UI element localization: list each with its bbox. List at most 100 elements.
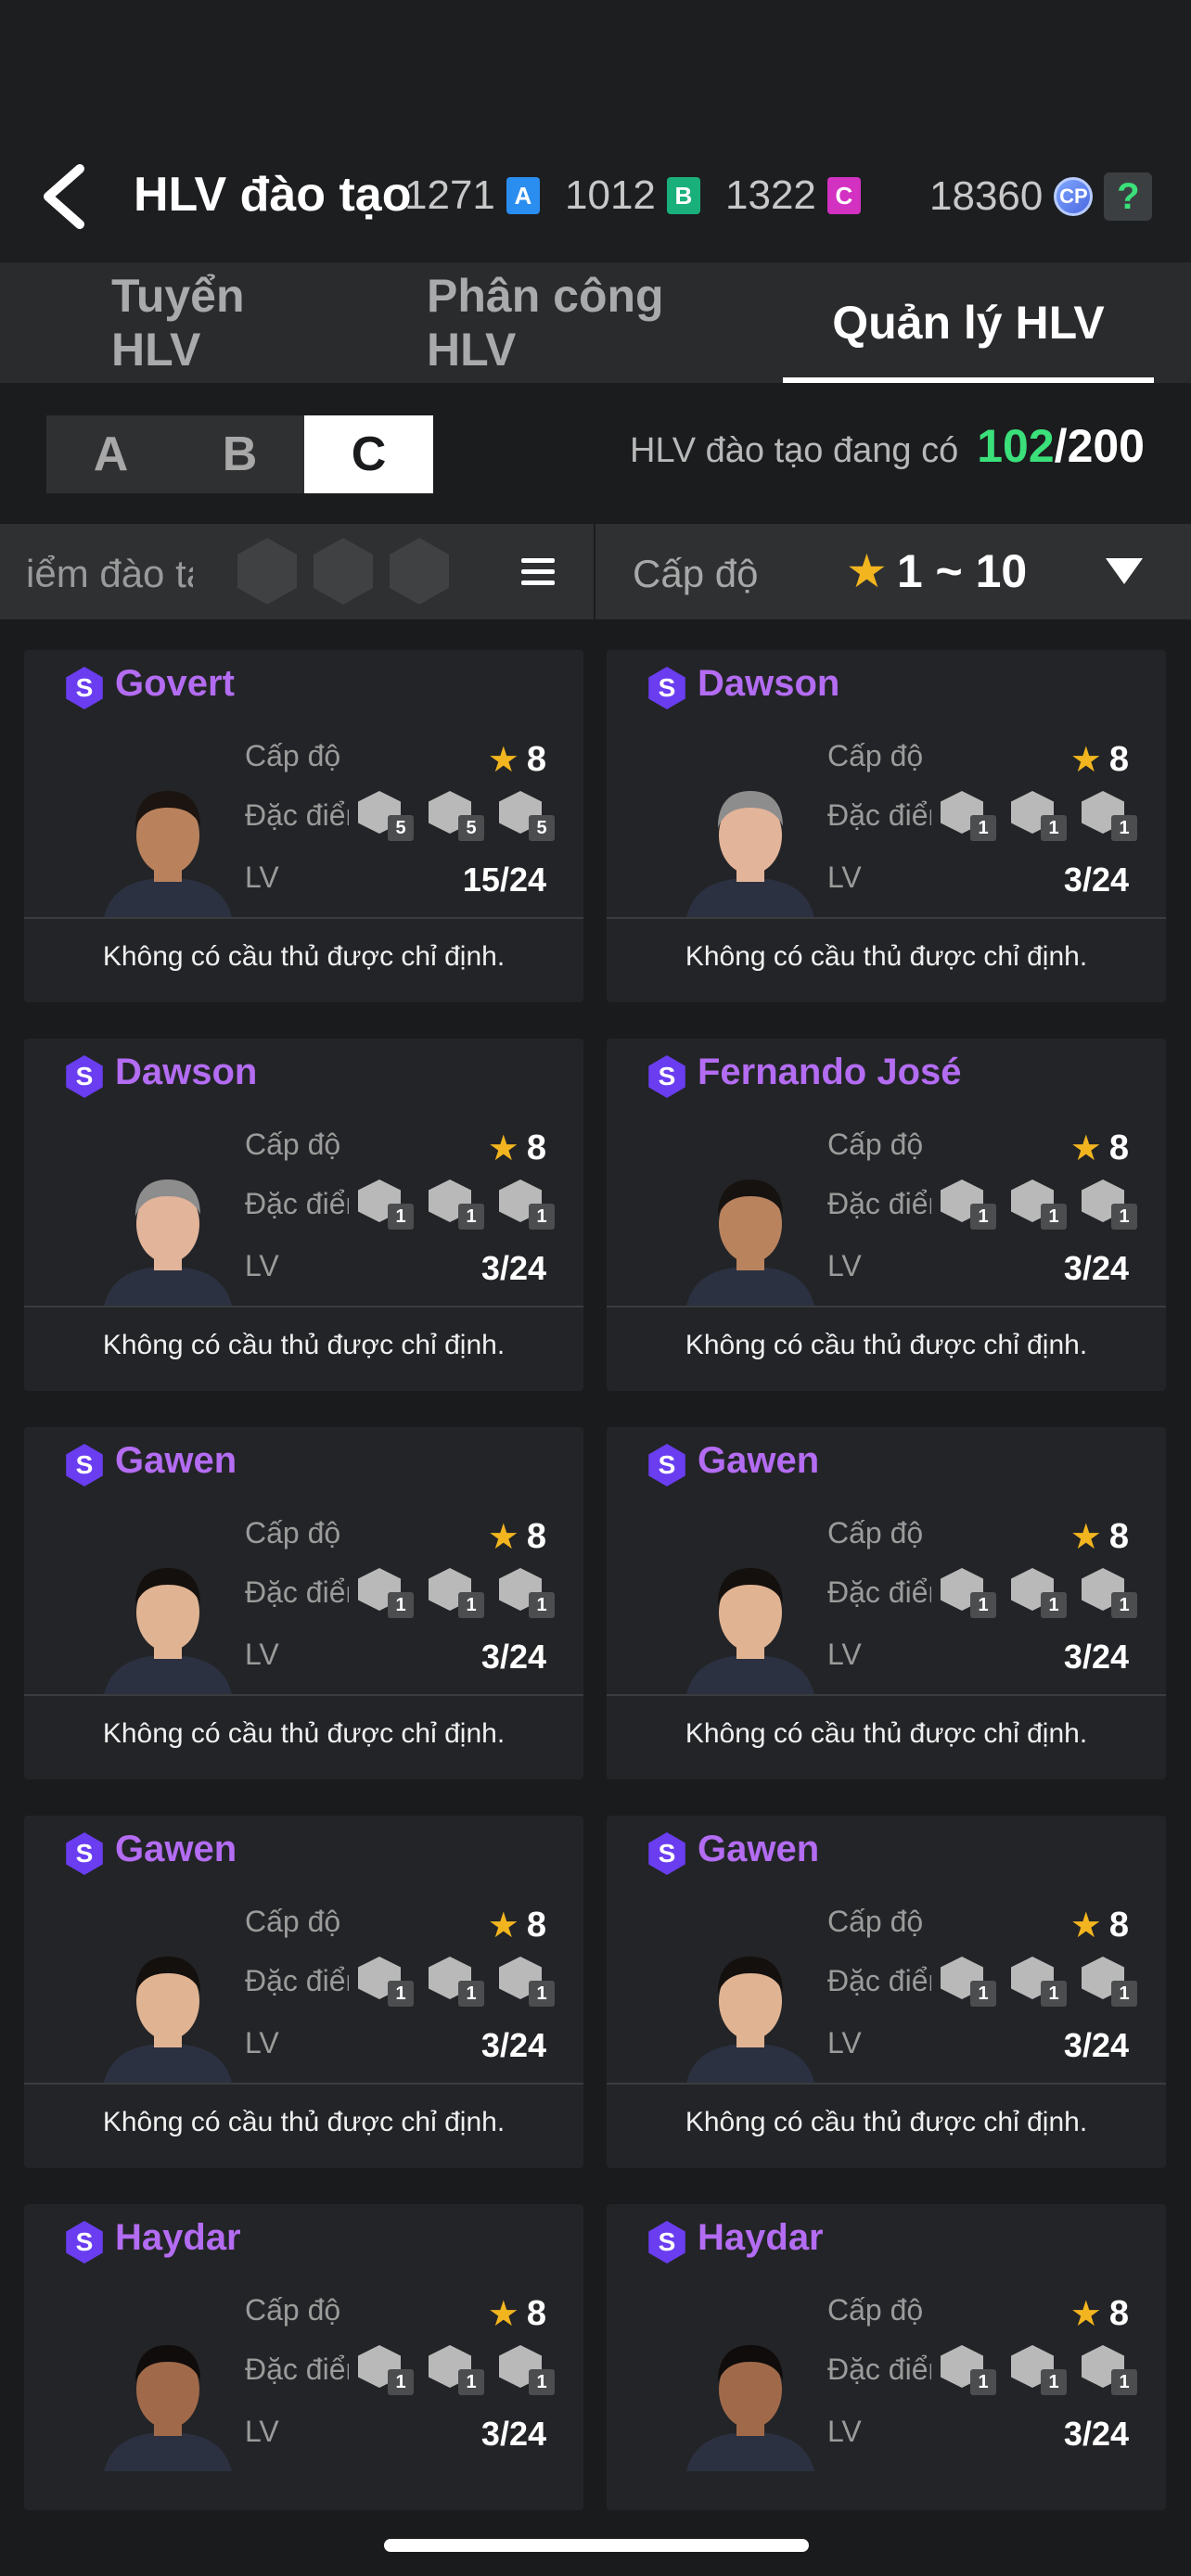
trait-level: 1 — [458, 1592, 484, 1618]
coach-lv: 3/24 — [1063, 861, 1129, 899]
coach-card[interactable]: S Gawen Cấp độ Đặc điểm LV ★8 3/24 1 1 1 — [607, 1816, 1166, 2168]
coach-name: Dawson — [698, 663, 840, 704]
card-divider — [24, 917, 583, 919]
grade-s-icon: S — [66, 1832, 103, 1875]
trait-list: 1 1 1 — [356, 1566, 557, 1618]
coach-portrait — [104, 791, 232, 917]
star-value: 8 — [1108, 1517, 1129, 1556]
trait-icon: 1 — [497, 1566, 557, 1618]
tab-recruit-coach[interactable]: Tuyển HLV — [111, 262, 334, 383]
coach-card[interactable]: S Haydar Cấp độ Đặc điểm LV ★8 3/24 1 1 … — [24, 2204, 583, 2510]
trait-icon: 1 — [356, 1566, 416, 1618]
trait-level: 1 — [1111, 1981, 1137, 2007]
trait-icon: 1 — [1009, 1178, 1069, 1230]
star-icon: ★ — [1069, 1129, 1102, 1168]
tab-assign-coach[interactable]: Phân công HLV — [427, 262, 761, 383]
coach-card[interactable]: S Govert Cấp độ Đặc điểm LV ★8 15/24 5 5… — [24, 650, 583, 1002]
trait-list: 1 1 1 — [939, 1955, 1139, 2007]
level-label: Cấp độ — [827, 1516, 924, 1549]
grade-b-button[interactable]: B — [175, 415, 304, 493]
trait-level: 1 — [970, 815, 996, 841]
coach-portrait — [104, 1957, 232, 2083]
menu-icon[interactable] — [521, 558, 555, 586]
coach-lv: 15/24 — [462, 861, 546, 899]
grade-selector: A B C — [46, 415, 433, 493]
coach-portrait — [686, 791, 814, 917]
trait-icon: 1 — [939, 2343, 998, 2395]
grade-s-icon: S — [648, 2221, 685, 2264]
back-arrow-icon[interactable] — [35, 159, 100, 234]
lv-label: LV — [827, 1249, 862, 1282]
trait-icon: 1 — [1009, 789, 1069, 841]
coach-name: Haydar — [698, 2217, 824, 2258]
trait-list: 1 1 1 — [939, 789, 1139, 841]
level-filter-value[interactable]: ★ 1 ~ 10 — [846, 544, 1027, 598]
currency-b: 1012 B — [565, 172, 700, 219]
level-label: Cấp độ — [245, 1905, 341, 1938]
trait-icon: 1 — [427, 1178, 486, 1230]
coach-card[interactable]: S Dawson Cấp độ Đặc điểm LV ★8 3/24 1 1 … — [607, 650, 1166, 1002]
coach-card[interactable]: S Gawen Cấp độ Đặc điểm LV ★8 3/24 1 1 1 — [24, 1816, 583, 2168]
grade-s-icon: S — [66, 1444, 103, 1486]
coach-card[interactable]: S Gawen Cấp độ Đặc điểm LV ★8 3/24 1 1 1 — [24, 1427, 583, 1779]
no-player-assigned-text: Không có cầu thủ được chỉ định. — [685, 941, 1088, 972]
trait-icon: 1 — [356, 1955, 416, 2007]
star-icon: ★ — [1069, 1906, 1102, 1945]
coach-count-max: /200 — [1054, 420, 1145, 472]
traits-label: Đặc điểm — [245, 1187, 349, 1220]
star-icon: ★ — [487, 2295, 519, 2334]
level-label: Cấp độ — [827, 2293, 924, 2327]
training-point-filter-label[interactable]: iểm đào tạ — [26, 552, 193, 596]
coach-name: Gawen — [698, 1829, 820, 1869]
coach-lv: 3/24 — [1063, 2415, 1129, 2453]
trait-icon: 1 — [1080, 2343, 1139, 2395]
help-button[interactable]: ? — [1104, 172, 1153, 221]
trait-icon: 1 — [497, 1178, 557, 1230]
card-divider — [607, 2083, 1166, 2085]
ticket-a-icon: A — [506, 177, 540, 214]
tab-manage-coach[interactable]: Quản lý HLV — [783, 262, 1154, 383]
coach-lv: 3/24 — [480, 2415, 546, 2453]
trait-level: 1 — [1041, 1204, 1067, 1230]
lv-label: LV — [827, 861, 862, 894]
level-label: Cấp độ — [245, 739, 341, 772]
trait-list: 5 5 5 — [356, 789, 557, 841]
coach-name: Haydar — [115, 2217, 241, 2258]
traits-label: Đặc điểm — [245, 1964, 349, 1997]
star-value: 8 — [526, 1129, 546, 1167]
coach-card[interactable]: S Gawen Cấp độ Đặc điểm LV ★8 3/24 1 1 1 — [607, 1427, 1166, 1779]
trait-level: 1 — [529, 1204, 555, 1230]
filter-divider — [594, 524, 596, 619]
trait-icon: 1 — [939, 1955, 998, 2007]
trait-level: 1 — [458, 1981, 484, 2007]
grade-a-button[interactable]: A — [46, 415, 175, 493]
trait-icon: 1 — [427, 1566, 486, 1618]
trait-level: 1 — [529, 1592, 555, 1618]
trait-level: 1 — [970, 1981, 996, 2007]
lv-label: LV — [245, 1249, 279, 1282]
coach-card[interactable]: S Dawson Cấp độ Đặc điểm LV ★8 3/24 1 1 … — [24, 1039, 583, 1391]
coach-portrait — [104, 1568, 232, 1694]
trait-level: 1 — [388, 1981, 414, 2007]
lv-label: LV — [245, 1638, 279, 1671]
currency-cp: 18360 CP ? — [929, 172, 1153, 221]
trait-icon: 1 — [497, 1955, 557, 2007]
coach-card[interactable]: S Haydar Cấp độ Đặc điểm LV ★8 3/24 1 1 … — [607, 2204, 1166, 2510]
coach-card[interactable]: S Fernando José Cấp độ Đặc điểm LV ★8 3/… — [607, 1039, 1166, 1391]
trait-level: 1 — [1111, 815, 1137, 841]
grade-c-button[interactable]: C — [304, 415, 433, 493]
trait-list: 1 1 1 — [939, 1178, 1139, 1230]
chevron-down-icon[interactable] — [1106, 558, 1143, 584]
coach-lv: 3/24 — [1063, 2026, 1129, 2064]
card-divider — [24, 2083, 583, 2085]
ticket-c-icon: C — [826, 177, 861, 214]
trait-icon: 1 — [1009, 1566, 1069, 1618]
currency-c: 1322 C — [725, 172, 861, 219]
trait-icon: 1 — [427, 2343, 486, 2395]
traits-label: Đặc điểm — [827, 1575, 931, 1609]
star-value: 8 — [526, 1517, 546, 1556]
trait-icon: 1 — [1080, 789, 1139, 841]
grade-s-icon: S — [66, 1055, 103, 1098]
coach-name: Dawson — [115, 1052, 258, 1092]
traits-label: Đặc điểm — [245, 1575, 349, 1609]
